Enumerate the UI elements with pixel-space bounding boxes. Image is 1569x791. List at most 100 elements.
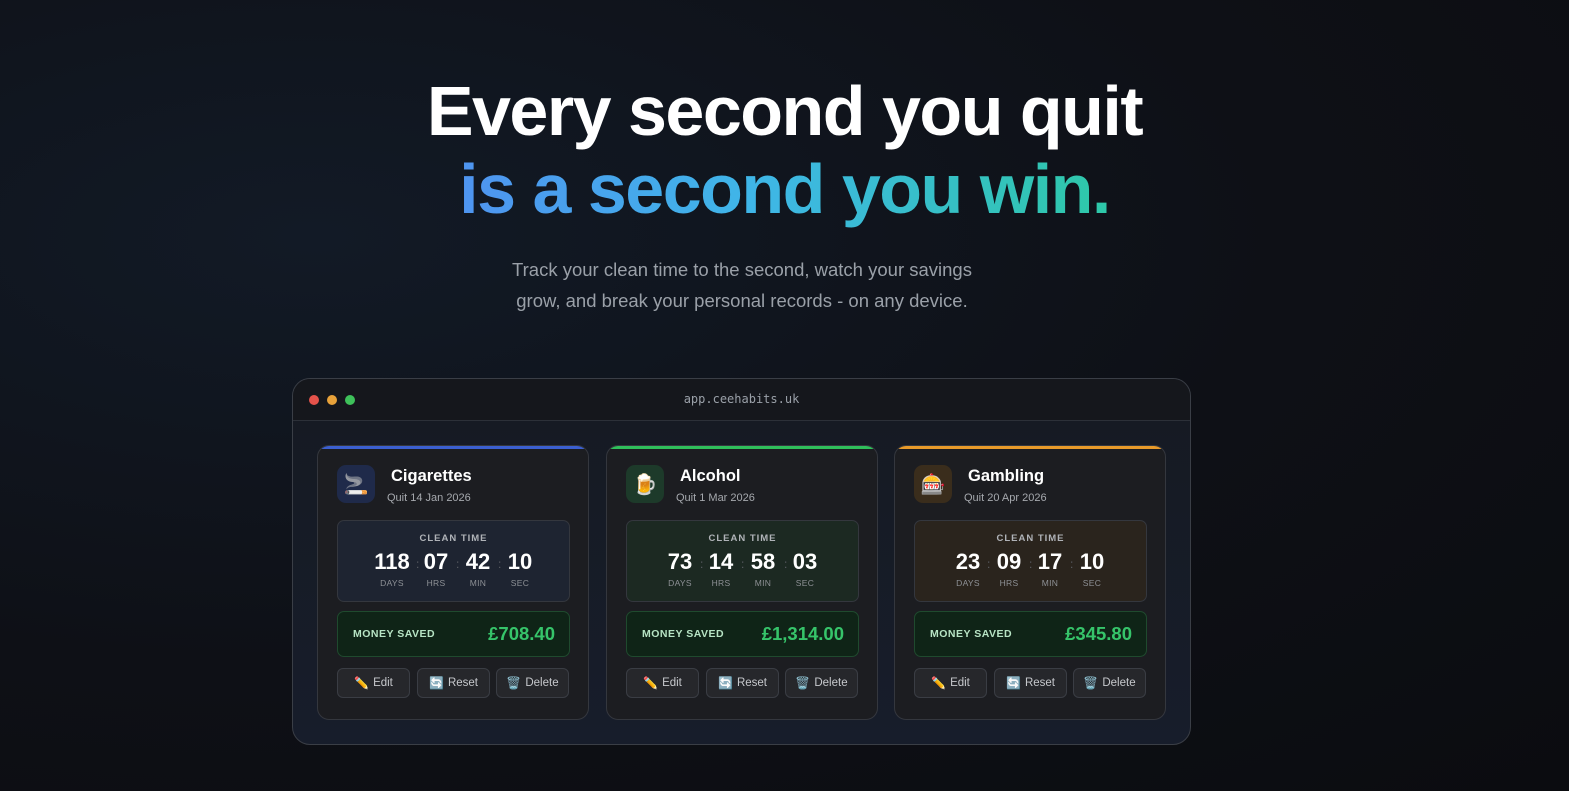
separator: : [700, 557, 704, 571]
habit-name: Gambling [968, 467, 1045, 485]
trash-icon: 🗑️ [1083, 676, 1099, 690]
refresh-icon: 🔄 [429, 676, 444, 690]
pencil-icon: ✏️ [931, 676, 947, 690]
separator: : [416, 557, 420, 571]
edit-label: Edit [373, 677, 393, 689]
seconds-unit: 10 SEC [504, 549, 536, 588]
habit-card-gambling: 🎰 Gambling Quit 20 Apr 2026 CLEAN TIME 2… [894, 445, 1166, 720]
hours-value: 09 [996, 549, 1022, 574]
days-value: 118 [374, 549, 410, 574]
days-unit: 118 DAYS [368, 549, 416, 588]
trash-icon: 🗑️ [795, 676, 811, 690]
seconds-label: SEC [795, 578, 815, 588]
separator: : [1070, 557, 1074, 571]
hours-unit: 14 HRS [705, 549, 737, 588]
window-url: app.ceehabits.uk [683, 392, 800, 406]
days-label: DAYS [956, 578, 980, 588]
money-saved-value: £1,314.00 [761, 623, 844, 644]
separator: : [456, 557, 460, 571]
minutes-unit: 17 MIN [1034, 549, 1066, 588]
minutes-label: MIN [1041, 578, 1059, 588]
days-label: DAYS [380, 578, 404, 588]
money-saved-label: MONEY SAVED [353, 628, 436, 640]
edit-button[interactable]: ✏️ Edit [914, 668, 987, 698]
delete-label: Delete [525, 677, 559, 689]
pencil-icon: ✏️ [354, 676, 370, 690]
habit-card-cigarettes: 🚬 Cigarettes Quit 14 Jan 2026 CLEAN TIME… [317, 445, 589, 720]
app-preview-window: app.ceehabits.uk 🚬 Cigarettes Quit 14 Ja… [292, 378, 1191, 745]
days-label: DAYS [668, 578, 692, 588]
clean-time-panel: CLEAN TIME 118 DAYS : 07 HRS : 42 MIN : … [337, 520, 570, 602]
delete-button[interactable]: 🗑️ Delete [496, 668, 569, 698]
hours-label: HRS [711, 578, 731, 588]
minutes-value: 58 [750, 549, 776, 574]
days-unit: 73 DAYS [663, 549, 697, 588]
money-saved-label: MONEY SAVED [642, 628, 725, 640]
clean-time-panel: CLEAN TIME 23 DAYS : 09 HRS : 17 MIN : 1… [914, 520, 1147, 602]
trash-icon: 🗑️ [506, 676, 522, 690]
refresh-icon: 🔄 [718, 676, 733, 690]
money-saved-label: MONEY SAVED [930, 628, 1013, 640]
minutes-unit: 58 MIN [747, 549, 779, 588]
reset-label: Reset [1024, 677, 1055, 689]
habit-name: Cigarettes [391, 467, 472, 485]
reset-button[interactable]: 🔄 Reset [706, 668, 779, 698]
habit-card-alcohol: 🍺 Alcohol Quit 1 Mar 2026 CLEAN TIME 73 … [606, 445, 878, 720]
days-value: 23 [955, 549, 981, 574]
pencil-icon: ✏️ [643, 676, 659, 690]
delete-button[interactable]: 🗑️ Delete [785, 668, 858, 698]
separator: : [741, 557, 745, 571]
hours-label: HRS [999, 578, 1019, 588]
edit-button[interactable]: ✏️ Edit [337, 668, 410, 698]
reset-label: Reset [447, 677, 478, 689]
money-saved-panel: MONEY SAVED £345.80 [914, 611, 1147, 657]
quit-date: Quit 1 Mar 2026 [676, 492, 755, 504]
hours-unit: 07 HRS [420, 549, 452, 588]
beer-icon: 🍺 [626, 465, 664, 503]
delete-button[interactable]: 🗑️ Delete [1073, 668, 1146, 698]
seconds-value: 03 [792, 549, 818, 574]
clean-time-label: CLEAN TIME [708, 533, 777, 544]
card-accent-bar [318, 446, 588, 449]
quit-date: Quit 14 Jan 2026 [387, 492, 471, 504]
clean-time-label: CLEAN TIME [996, 533, 1065, 544]
hours-value: 14 [708, 549, 734, 574]
seconds-unit: 03 SEC [789, 549, 821, 588]
seconds-label: SEC [510, 578, 530, 588]
seconds-value: 10 [507, 549, 533, 574]
money-saved-panel: MONEY SAVED £1,314.00 [626, 611, 859, 657]
minutes-label: MIN [469, 578, 487, 588]
reset-button[interactable]: 🔄 Reset [417, 668, 490, 698]
habit-name: Alcohol [680, 467, 741, 485]
money-saved-value: £708.40 [488, 623, 555, 644]
hero-subtitle: Track your clean time to the second, wat… [484, 254, 1000, 316]
hours-label: HRS [426, 578, 446, 588]
minutes-value: 42 [465, 549, 491, 574]
edit-label: Edit [950, 677, 970, 689]
minutes-unit: 42 MIN [462, 549, 494, 588]
card-accent-bar [895, 446, 1165, 449]
quit-date: Quit 20 Apr 2026 [964, 492, 1047, 504]
separator: : [784, 557, 788, 571]
hero-heading-line1: Every second you quit [426, 72, 1144, 150]
hours-value: 07 [423, 549, 449, 574]
seconds-value: 10 [1079, 549, 1105, 574]
minutes-label: MIN [754, 578, 772, 588]
reset-button[interactable]: 🔄 Reset [994, 668, 1067, 698]
delete-label: Delete [814, 677, 848, 689]
edit-button[interactable]: ✏️ Edit [626, 668, 699, 698]
slot-machine-icon: 🎰 [914, 465, 952, 503]
money-saved-value: £345.80 [1065, 623, 1132, 644]
minutes-value: 17 [1037, 549, 1063, 574]
seconds-label: SEC [1082, 578, 1102, 588]
window-titlebar: app.ceehabits.uk [293, 379, 1190, 421]
money-saved-panel: MONEY SAVED £708.40 [337, 611, 570, 657]
hero-subtitle-line2: grow, and break your personal records - … [516, 290, 968, 311]
clean-time-panel: CLEAN TIME 73 DAYS : 14 HRS : 58 MIN : 0… [626, 520, 859, 602]
card-accent-bar [607, 446, 877, 449]
hero-heading: Every second you quit is a second you wi… [0, 72, 1569, 228]
delete-label: Delete [1102, 677, 1136, 689]
clean-time-label: CLEAN TIME [419, 533, 488, 544]
days-value: 73 [667, 549, 693, 574]
separator: : [1029, 557, 1033, 571]
